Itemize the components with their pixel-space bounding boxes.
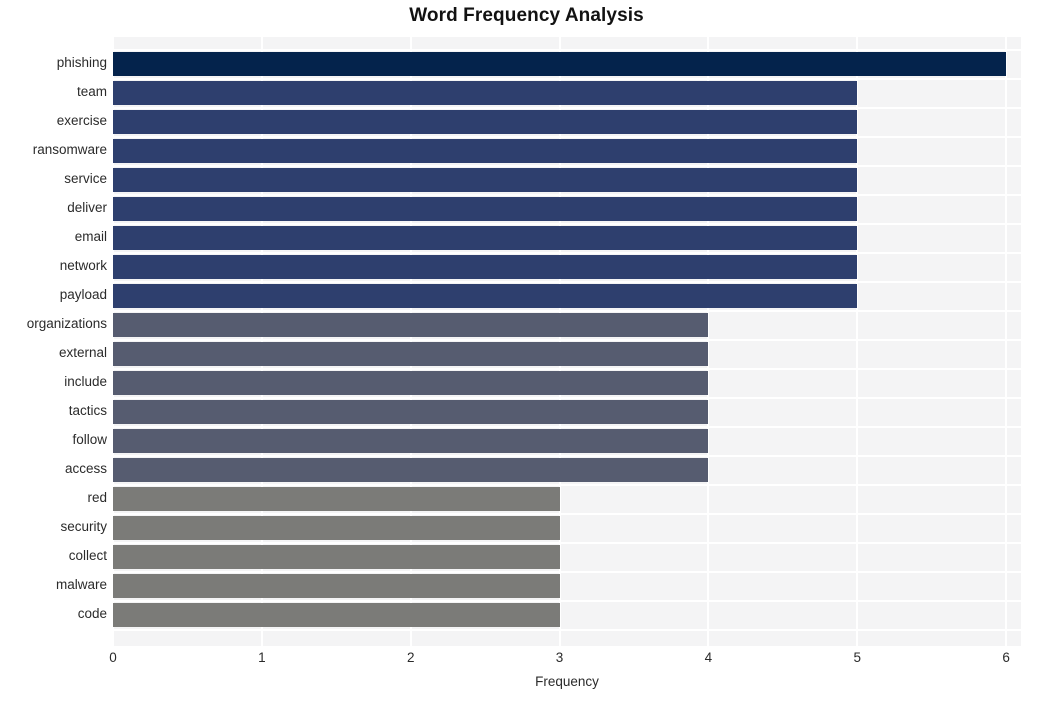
y-axis-tick-label: security (60, 519, 107, 534)
y-axis-tick-label: deliver (67, 200, 107, 215)
y-axis-tick-label: include (64, 374, 107, 389)
bar (113, 255, 857, 279)
y-axis-tick-label: email (74, 229, 107, 244)
y-axis-tick-label: follow (72, 432, 107, 447)
gridline-horizontal (113, 513, 1021, 515)
bar (113, 139, 857, 163)
gridline-horizontal (113, 136, 1021, 138)
x-axis-tick-label: 2 (406, 650, 415, 665)
gridline-horizontal (113, 194, 1021, 196)
y-axis-tick-label: code (77, 606, 107, 621)
gridline-horizontal (113, 484, 1021, 486)
y-axis-tick-label: payload (59, 287, 107, 302)
gridline-horizontal (113, 397, 1021, 399)
gridline-horizontal (113, 426, 1021, 428)
gridline-horizontal (113, 455, 1021, 457)
y-axis-tick-label: tactics (68, 403, 107, 418)
gridline-horizontal (113, 571, 1021, 573)
bar (113, 52, 1006, 76)
bar (113, 487, 560, 511)
bar (113, 197, 857, 221)
gridline-horizontal (113, 78, 1021, 80)
x-axis-tick-label: 6 (1002, 650, 1010, 665)
gridline-horizontal (113, 165, 1021, 167)
gridline-horizontal (113, 629, 1021, 631)
bar (113, 81, 857, 105)
gridline-horizontal (113, 339, 1021, 341)
y-axis-tick-label: ransomware (32, 142, 107, 157)
y-axis-tick-label: network (59, 258, 107, 273)
bar (113, 342, 708, 366)
bar (113, 110, 857, 134)
chart-figure: Word Frequency Analysis phishing team exer… (0, 0, 1053, 701)
gridline-horizontal (113, 368, 1021, 370)
bar (113, 371, 708, 395)
gridline-horizontal (113, 49, 1021, 51)
y-axis-tick-label: collect (68, 548, 107, 563)
x-axis-tick-label: 5 (853, 650, 861, 665)
x-axis-label: Frequency (535, 674, 599, 689)
y-axis-tick-label: red (87, 490, 107, 505)
x-axis-tick-label: 3 (555, 650, 564, 665)
bar (113, 284, 857, 308)
x-axis-tick-labels: 0 1 2 3 4 5 6 (0, 650, 1053, 672)
chart-title: Word Frequency Analysis (409, 5, 644, 26)
gridline-horizontal (113, 252, 1021, 254)
x-axis-tick-label: 0 (109, 650, 117, 665)
gridline-horizontal (113, 310, 1021, 312)
bar (113, 226, 857, 250)
gridline-horizontal (113, 107, 1021, 109)
x-axis-tick-label: 4 (704, 650, 713, 665)
bar (113, 574, 560, 598)
y-axis-tick-label: service (64, 171, 107, 186)
gridline-horizontal (113, 223, 1021, 225)
bar (113, 603, 560, 627)
y-axis-tick-label: malware (55, 577, 107, 592)
y-axis-tick-label: access (64, 461, 107, 476)
x-axis-tick-label: 1 (258, 650, 266, 665)
bar (113, 168, 857, 192)
y-axis-tick-label: exercise (56, 113, 107, 128)
gridline-horizontal (113, 281, 1021, 283)
bar (113, 458, 708, 482)
y-axis-tick-label: external (58, 345, 107, 360)
y-axis-tick-labels: phishing team exercise ransomware service del… (0, 37, 107, 646)
bar (113, 313, 708, 337)
gridline-vertical (1005, 37, 1008, 646)
y-axis-tick-label: team (76, 84, 107, 99)
y-axis-tick-label: phishing (56, 55, 107, 70)
y-axis-tick-label: organizations (26, 316, 107, 331)
bar (113, 516, 560, 540)
gridline-horizontal (113, 542, 1021, 544)
bar (113, 400, 708, 424)
bar (113, 545, 560, 569)
plot-area (113, 37, 1021, 646)
gridline-horizontal (113, 600, 1021, 602)
bar (113, 429, 708, 453)
